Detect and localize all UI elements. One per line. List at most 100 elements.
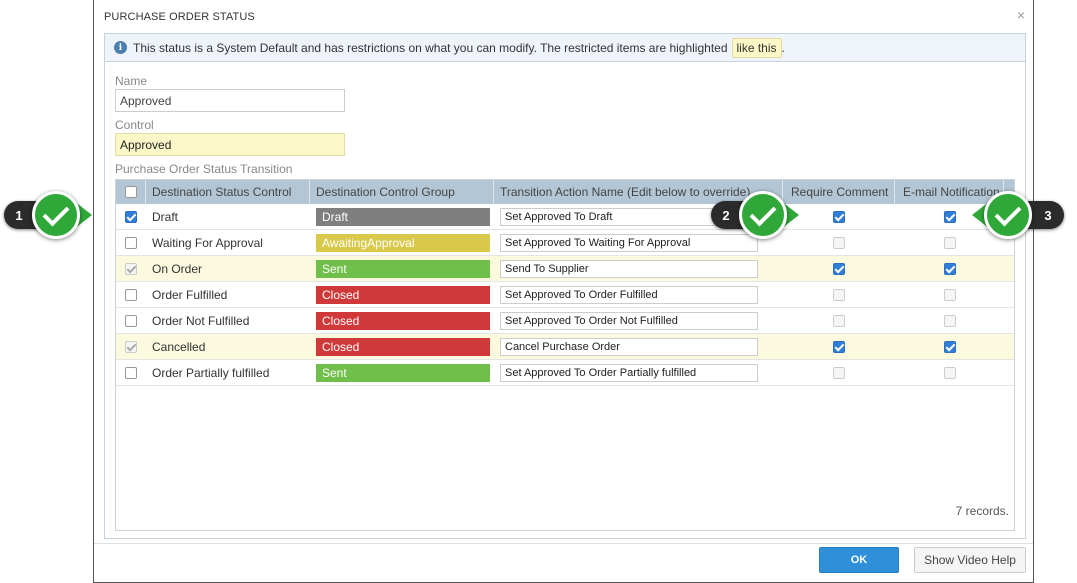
row-select-checkbox <box>125 262 137 275</box>
page: PURCHASE ORDER STATUS × i This status is… <box>0 0 1077 583</box>
action-name-cell: Set Approved To Order Not Fulfilled <box>494 308 783 334</box>
column-header-destination-status[interactable]: Destination Status Control <box>146 180 310 204</box>
row-select-cell <box>116 360 146 386</box>
require-comment-cell <box>783 230 895 256</box>
info-text: This status is a System Default and has … <box>133 40 728 55</box>
require-comment-cell <box>783 282 895 308</box>
email-notification-checkbox <box>943 314 956 327</box>
require-comment-checkbox[interactable] <box>833 262 845 275</box>
control-group-cell: Closed <box>310 282 494 308</box>
email-notification-checkbox[interactable] <box>943 340 956 353</box>
require-comment-checkbox <box>833 366 845 379</box>
close-icon[interactable]: × <box>1017 7 1025 23</box>
action-name-cell: Cancel Purchase Order <box>494 334 783 360</box>
action-name-input[interactable]: Cancel Purchase Order <box>500 337 758 356</box>
control-group-badge: Closed <box>316 337 490 356</box>
purchase-order-status-dialog: PURCHASE ORDER STATUS × i This status is… <box>93 0 1034 583</box>
info-bar: i This status is a System Default and ha… <box>105 34 1025 62</box>
row-select-cell <box>116 334 146 360</box>
email-notification-checkbox[interactable] <box>943 210 956 223</box>
callout-3: 3 <box>972 191 1064 239</box>
table-row[interactable]: Waiting For Approval AwaitingApproval Set … <box>116 230 1014 256</box>
show-video-help-button[interactable]: Show Video Help <box>914 547 1026 573</box>
select-all-checkbox-cell <box>116 180 146 204</box>
row-select-cell <box>116 308 146 334</box>
table-row[interactable]: On Order Sent Send To Supplier <box>116 256 1014 282</box>
destination-status-cell: Order Fulfilled <box>152 287 228 302</box>
email-notification-cell <box>895 282 1004 308</box>
row-select-checkbox[interactable] <box>125 288 137 301</box>
email-notification-checkbox <box>943 288 956 301</box>
transition-section-label: Purchase Order Status Transition <box>115 162 293 176</box>
control-group-badge: Closed <box>316 285 490 304</box>
destination-status-cell: On Order <box>152 261 203 276</box>
table-row[interactable]: Order Not Fulfilled Closed Set Approved To… <box>116 308 1014 334</box>
destination-status-cell: Order Not Fulfilled <box>152 313 250 328</box>
email-notification-cell <box>895 256 1004 282</box>
grid-header: Destination Status Control Destination C… <box>116 180 1014 204</box>
transition-grid: Destination Status Control Destination C… <box>115 179 1015 531</box>
ok-button[interactable]: OK <box>819 547 899 573</box>
row-select-checkbox[interactable] <box>125 210 137 223</box>
records-count: 7 records. <box>955 504 1009 518</box>
require-comment-cell <box>783 334 895 360</box>
control-group-badge: Sent <box>316 363 490 382</box>
control-group-cell: Sent <box>310 360 494 386</box>
table-row[interactable]: Order Fulfilled Closed Set Approved To Ord… <box>116 282 1014 308</box>
control-group-badge: Draft <box>316 207 490 226</box>
check-icon <box>739 191 787 239</box>
destination-status-cell: Cancelled <box>152 339 206 354</box>
callout-1: 1 <box>4 191 92 239</box>
row-select-cell <box>116 256 146 282</box>
email-notification-cell <box>895 360 1004 386</box>
action-name-cell: Send To Supplier <box>494 256 783 282</box>
check-icon <box>984 191 1032 239</box>
highlight-sample: like this <box>731 37 782 58</box>
action-name-cell: Set Approved To Order Fulfilled <box>494 282 783 308</box>
require-comment-checkbox[interactable] <box>833 210 845 223</box>
require-comment-checkbox[interactable] <box>833 340 845 353</box>
destination-status-cell: Draft <box>152 209 179 224</box>
control-group-cell: Closed <box>310 308 494 334</box>
info-icon: i <box>114 41 127 54</box>
destination-status-cell: Waiting For Approval <box>152 235 263 250</box>
footer-divider <box>94 543 1033 544</box>
row-select-cell <box>116 204 146 230</box>
email-notification-checkbox <box>943 236 956 249</box>
action-name-input[interactable]: Set Approved To Order Not Fulfilled <box>500 311 758 330</box>
table-row[interactable]: Cancelled Closed Cancel Purchase Order <box>116 334 1014 360</box>
control-group-cell: Closed <box>310 334 494 360</box>
control-field: Approved <box>115 133 345 156</box>
action-name-input[interactable]: Set Approved To Order Fulfilled <box>500 285 758 304</box>
control-group-cell: Sent <box>310 256 494 282</box>
column-header-control-group[interactable]: Destination Control Group <box>310 180 494 204</box>
require-comment-cell <box>783 360 895 386</box>
control-label: Control <box>115 118 154 132</box>
name-label: Name <box>115 74 148 88</box>
info-end: . <box>781 40 785 55</box>
table-row[interactable]: Order Partially fulfilled Sent Set Approve… <box>116 360 1014 386</box>
email-notification-checkbox[interactable] <box>943 262 956 275</box>
column-header-require-comment[interactable]: Require Comment <box>783 180 895 204</box>
name-field[interactable] <box>115 89 345 112</box>
action-name-input[interactable]: Set Approved To Order Partially fulfille… <box>500 363 758 382</box>
control-group-cell: AwaitingApproval <box>310 230 494 256</box>
email-notification-checkbox <box>943 366 956 379</box>
grid-body: Draft Draft Set Approved To Draft Waiting F… <box>116 204 1014 386</box>
dialog-content: i This status is a System Default and ha… <box>104 33 1026 539</box>
row-select-checkbox[interactable] <box>125 236 137 249</box>
callout-2: 2 <box>711 191 799 239</box>
control-group-badge: AwaitingApproval <box>316 233 490 252</box>
destination-status-cell: Order Partially fulfilled <box>152 365 270 380</box>
require-comment-cell <box>783 308 895 334</box>
require-comment-cell <box>783 256 895 282</box>
require-comment-checkbox <box>833 314 845 327</box>
control-group-badge: Closed <box>316 311 490 330</box>
require-comment-checkbox <box>833 236 845 249</box>
select-all-checkbox[interactable] <box>124 186 137 198</box>
row-select-checkbox[interactable] <box>125 314 137 327</box>
action-name-input[interactable]: Send To Supplier <box>500 259 758 278</box>
row-select-checkbox[interactable] <box>125 366 137 379</box>
control-group-cell: Draft <box>310 204 494 230</box>
table-row[interactable]: Draft Draft Set Approved To Draft <box>116 204 1014 230</box>
